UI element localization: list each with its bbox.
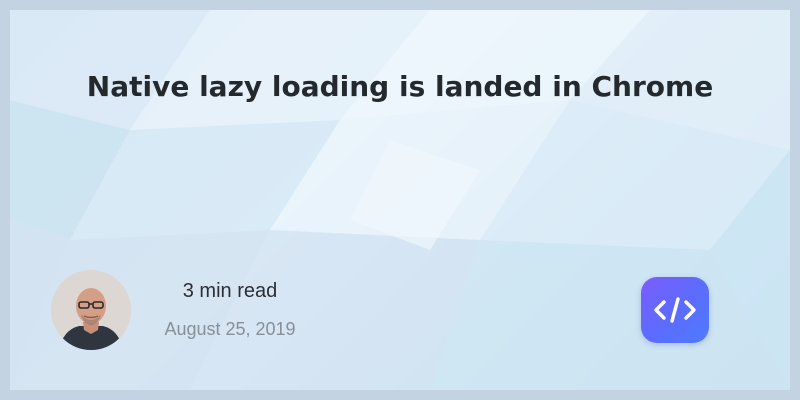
read-time: 3 min read xyxy=(182,280,278,302)
publish-date: August 25, 2019 xyxy=(164,319,296,339)
author-avatar xyxy=(51,270,131,350)
post-title: Native lazy loading is landed in Chrome xyxy=(86,70,714,103)
author-photo xyxy=(51,270,131,350)
social-card: Native lazy loading is landed in Chrome … xyxy=(10,10,790,390)
code-brackets-icon xyxy=(654,297,696,323)
site-logo[interactable] xyxy=(641,277,709,343)
